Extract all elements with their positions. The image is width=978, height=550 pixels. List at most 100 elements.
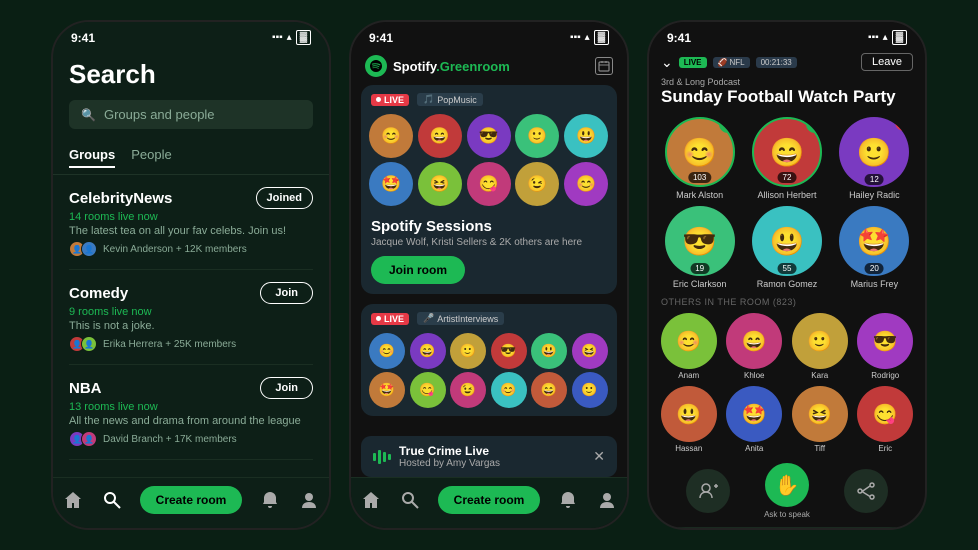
- room-avatar: 😉: [515, 162, 559, 206]
- other-item-5: 🤩 Anita: [725, 386, 785, 453]
- room-info-1: Spotify Sessions Jacque Wolf, Kristi Sel…: [361, 214, 617, 294]
- add-person-icon[interactable]: [686, 469, 730, 513]
- battery-icon-3: ▓: [892, 30, 907, 45]
- join-button-2[interactable]: Join: [260, 377, 313, 399]
- close-mini-player-button[interactable]: ✕: [593, 448, 605, 465]
- room-avatar-sm: 😃: [531, 333, 567, 369]
- status-time-3: 9:41: [667, 31, 691, 45]
- group-meta-text-2: David Branch + 17K members: [103, 434, 237, 445]
- watch-party-title: Sunday Football Watch Party: [661, 87, 913, 107]
- watch-title-area: 3rd & Long Podcast Sunday Football Watch…: [649, 75, 925, 113]
- status-icons-2: ▪▪▪ ▴ ▓: [570, 30, 609, 45]
- tab-people[interactable]: People: [131, 147, 171, 168]
- status-bar-3: 9:41 ▪▪▪ ▴ ▓: [649, 22, 925, 49]
- speaker-name-4: Ramon Gomez: [757, 279, 818, 289]
- group-meta-2: 👤 👤 David Branch + 17K members: [69, 431, 313, 447]
- mini-player[interactable]: True Crime Live Hosted by Amy Vargas ✕: [361, 436, 617, 477]
- spotify-greenroom-logo: Spotify.Greenroom: [365, 55, 510, 77]
- status-icons-3: ▪▪▪ ▴ ▓: [868, 30, 907, 45]
- speaker-name-0: Mark Alston: [676, 190, 723, 200]
- chevron-down-icon[interactable]: ⌄: [661, 54, 673, 71]
- leave-button[interactable]: Leave: [861, 53, 913, 71]
- ask-to-speak-label: Ask to speak: [764, 510, 810, 519]
- search-input-placeholder: Groups and people: [104, 107, 215, 122]
- signal-icon-2: ▪▪▪: [570, 32, 581, 43]
- phone-search: 9:41 ▪▪▪ ▴ ▓ Search 🔍 Groups and people …: [51, 20, 331, 530]
- room-avatar: 😊: [564, 162, 608, 206]
- group-desc-1: This is not a joke.: [69, 320, 313, 332]
- message-bar[interactable]: 😊 Jordan Douglas · just now The Jets are…: [659, 527, 915, 530]
- speaker-item-5: 🤩 20 Marius Frey: [834, 206, 915, 289]
- create-room-button-2[interactable]: Create room: [438, 486, 541, 514]
- tag-badge-2: 🎤 ArtistInterviews: [417, 312, 504, 325]
- bell-icon-2[interactable]: [557, 489, 579, 511]
- join-room-button-1[interactable]: Join room: [371, 256, 465, 284]
- share-icon[interactable]: [844, 469, 888, 513]
- group-name-1: Comedy: [69, 285, 128, 302]
- battery-icon: ▓: [296, 30, 311, 45]
- speaker-avatar-0: 😊 ♥ 103: [665, 117, 735, 187]
- speaker-avatar-3: 😎 19: [665, 206, 735, 276]
- other-item-3: 😎 Rodrigo: [856, 313, 916, 380]
- join-button-1[interactable]: Join: [260, 282, 313, 304]
- wifi-icon: ▴: [287, 32, 292, 43]
- phone-watch-party: 9:41 ▪▪▪ ▴ ▓ ⌄ LIVE 🏈 NFL 00:21:33 Leave…: [647, 20, 927, 530]
- live-badge-1: LIVE: [371, 94, 409, 106]
- greenroom-header: Spotify.Greenroom: [351, 49, 627, 85]
- search-bar[interactable]: 🔍 Groups and people: [69, 100, 313, 129]
- profile-icon-2[interactable]: [596, 489, 618, 511]
- room-card-2: LIVE 🎤 ArtistInterviews 😊 😄 🙂 😎 😃 😆 🤩: [361, 304, 617, 416]
- room-avatar: 😊: [369, 114, 413, 158]
- group-item-celebrity: CelebrityNews Joined 14 rooms live now T…: [69, 175, 313, 270]
- nfl-tag: 🏈 NFL: [713, 57, 750, 68]
- room-avatar-sm: 😎: [491, 333, 527, 369]
- speaker-name-3: Eric Clarkson: [673, 279, 727, 289]
- room-subtitle-1: Jacque Wolf, Kristi Sellers & 2K others …: [371, 237, 607, 248]
- profile-icon[interactable]: [298, 489, 320, 511]
- room-avatar: 😎: [467, 114, 511, 158]
- wave-bar-1: [373, 453, 376, 461]
- bottom-nav-1: Create room: [53, 477, 329, 528]
- joined-button-0[interactable]: Joined: [256, 187, 313, 209]
- search-header: Search 🔍 Groups and people: [53, 49, 329, 137]
- tab-groups[interactable]: Groups: [69, 147, 115, 168]
- phone2-scroll: LIVE 🎵 PopMusic 😊 😄 😎 🙂 😃 🤩 😆 😋: [351, 85, 627, 477]
- speaker-count-4: 55: [778, 263, 797, 274]
- home-icon-2[interactable]: [360, 489, 382, 511]
- signal-icon: ▪▪▪: [272, 32, 283, 43]
- home-icon[interactable]: [62, 489, 84, 511]
- greenroom-logo-text: Spotify.Greenroom: [393, 59, 510, 74]
- group-desc-2: All the news and drama from around the l…: [69, 415, 313, 427]
- speaker-item-4: 😃 55 Ramon Gomez: [746, 206, 827, 289]
- search-nav-icon-2[interactable]: [399, 489, 421, 511]
- room-avatar-sm: 😄: [410, 333, 446, 369]
- other-avatar-3: 😎: [857, 313, 913, 369]
- group-desc-0: The latest tea on all your fav celebs. J…: [69, 225, 313, 237]
- group-meta-0: 👤 👤 Kevin Anderson + 12K members: [69, 241, 313, 257]
- status-bar-1: 9:41 ▪▪▪ ▴ ▓: [53, 22, 329, 49]
- room-avatar-sm: 🙂: [572, 372, 608, 408]
- speaker-heart-icon: ♥: [719, 117, 735, 133]
- raise-hand-icon[interactable]: ✋: [765, 463, 809, 507]
- mini-player-subtitle: Hosted by Amy Vargas: [399, 458, 500, 469]
- others-grid: 😊 Anam 😄 Khloe 🙂 Kara 😎 Rodrigo 😃 Hassan…: [649, 311, 925, 457]
- speaker-avatar-5: 🤩 20: [839, 206, 909, 276]
- search-nav-icon[interactable]: [101, 489, 123, 511]
- other-name-0: Anam: [678, 371, 699, 380]
- room-avatar: 🤩: [369, 162, 413, 206]
- room-avatar-sm: 🙂: [450, 333, 486, 369]
- room-avatar: 😄: [418, 114, 462, 158]
- other-avatar-7: 😋: [857, 386, 913, 442]
- calendar-icon[interactable]: [595, 57, 613, 75]
- speaker-name-1: Allison Herbert: [757, 190, 816, 200]
- group-name-2: NBA: [69, 380, 102, 397]
- speaker-count-3: 19: [690, 263, 709, 274]
- bell-icon[interactable]: [259, 489, 281, 511]
- wave-bar-2: [378, 450, 381, 464]
- mini-avatar: 👤: [81, 241, 97, 257]
- room-avatar-sm: 😊: [369, 333, 405, 369]
- speaker-name-2: Hailey Radic: [849, 190, 900, 200]
- speakers-grid-row2: 😎 19 Eric Clarkson 😃 55 Ramon Gomez 🤩 20…: [649, 206, 925, 295]
- create-room-button-1[interactable]: Create room: [140, 486, 243, 514]
- group-name-0: CelebrityNews: [69, 190, 172, 207]
